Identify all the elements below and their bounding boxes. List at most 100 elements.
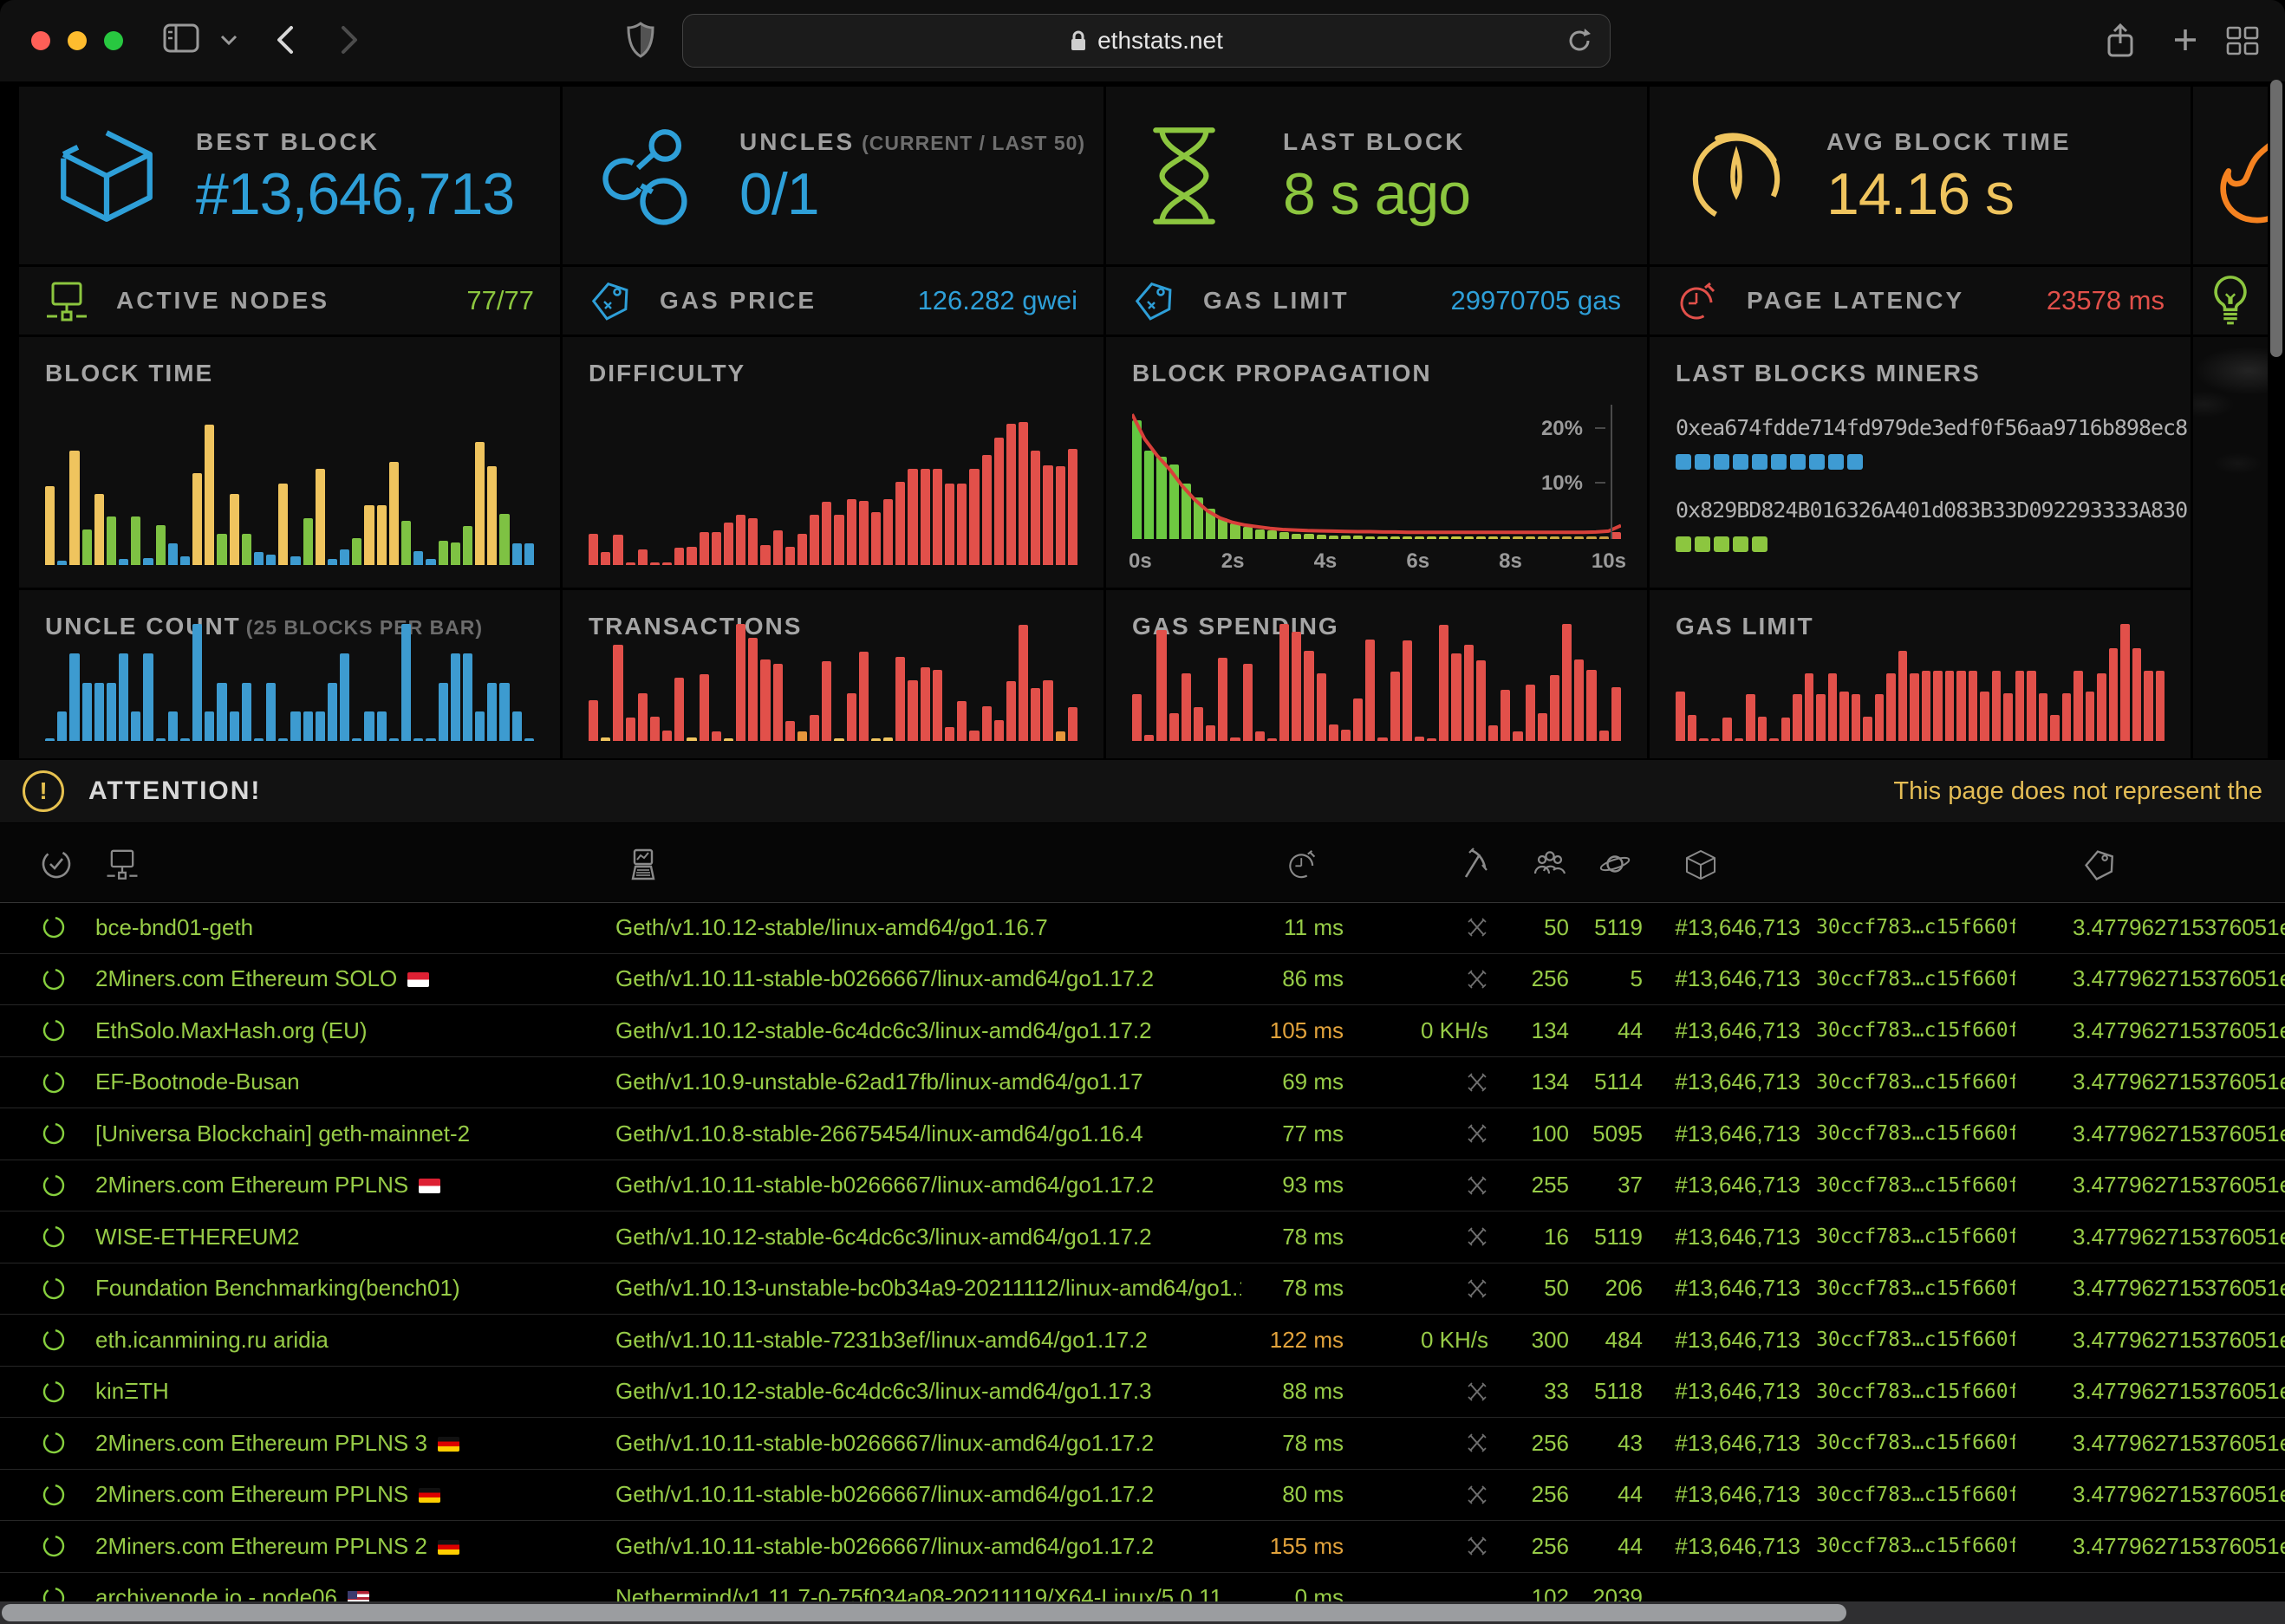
block-icon [1684,848,1717,882]
horizontal-scrollbar-thumb[interactable] [2,1604,1846,1621]
stat-label: GAS LIMIT [1203,287,1350,315]
node-total-difficulty: 3.477962715376051e+2 [2015,1069,2285,1095]
stat-gas-limit: GAS LIMIT 29970705 gas [1106,267,1647,335]
node-pending: 5119 [1569,914,1643,941]
node-total-difficulty: 3.477962715376051e+2 [2015,1172,2285,1199]
node-latency: 93 ms [1241,1172,1344,1199]
chart-title: DIFFICULTY [589,360,745,387]
node-pending: 5118 [1569,1378,1643,1405]
new-tab-button[interactable] [2169,23,2202,57]
country-flag-de [438,1540,459,1555]
block-time-bars [45,425,534,565]
chart-title: BLOCK TIME [45,360,213,387]
node-mining: 0 KH/s [1344,1327,1513,1354]
forward-button[interactable] [338,23,361,57]
node-name: 2Miners.com Ethereum SOLO [95,965,615,992]
lock-icon [1070,29,1087,52]
node-mining [1344,1380,1513,1403]
minimize-window-button[interactable] [68,31,87,50]
node-block: #13,646,713 [1643,1172,1807,1199]
stat-best-block: BEST BLOCK #13,646,713 [19,87,560,264]
last-blocks-miners: LAST BLOCKS MINERS 0xea674fdde714fd979de… [1650,337,2191,588]
node-block-hash: 30ccf783…c15f660f [1807,1535,2015,1557]
node-block-hash: 30ccf783…c15f660f [1807,1380,2015,1403]
chart-block-time: BLOCK TIME [19,337,560,588]
table-row: 2Miners.com Ethereum PPLNS Geth/v1.10.11… [0,1160,2285,1212]
node-pending: 43 [1569,1430,1643,1457]
node-latency: 77 ms [1241,1121,1344,1147]
node-peers: 16 [1513,1224,1569,1250]
flame-icon [2217,120,2268,232]
node-block: #13,646,713 [1643,1017,1807,1044]
node-name: EthSolo.MaxHash.org (EU) [95,1017,615,1044]
cube-icon [55,125,166,227]
chart-uncle-count: UNCLE COUNT(25 BLOCKS PER BAR) [19,590,560,758]
privacy-shield-icon[interactable] [626,21,655,59]
stat-label: BEST BLOCK [196,128,380,155]
node-block: #13,646,713 [1643,914,1807,941]
node-peers: 300 [1513,1327,1569,1354]
table-row: 2Miners.com Ethereum PPLNS Geth/v1.10.11… [0,1470,2285,1522]
table-row: 2Miners.com Ethereum SOLO Geth/v1.10.11-… [0,954,2285,1006]
chart-gas-limit: GAS LIMIT [1650,590,2191,758]
address-bar[interactable]: ethstats.net [682,14,1611,68]
table-row: 2Miners.com Ethereum PPLNS 3 Geth/v1.10.… [0,1418,2285,1470]
stat-value: 77/77 [466,285,534,316]
attention-bar: ! ATTENTION! This page does not represen… [0,760,2285,822]
node-mining [1344,1535,1513,1557]
stat-value: #13,646,713 [196,165,514,224]
gauge-icon [1686,125,1797,227]
stat-value: 14.16 s [1826,165,2072,224]
nodes-icon [45,279,90,322]
share-button[interactable] [2105,23,2136,59]
node-status-icon [0,914,95,940]
mining-icon [1459,848,1492,880]
node-block: #13,646,713 [1643,1481,1807,1508]
node-block-hash: 30ccf783…c15f660f [1807,1071,2015,1094]
tab-overview-button[interactable] [2224,23,2261,57]
node-block-hash: 30ccf783…c15f660f [1807,1122,2015,1145]
node-pending: 44 [1569,1533,1643,1560]
vertical-scrollbar-thumb[interactable] [2270,80,2282,357]
sidebar-toggle-button[interactable] [163,23,199,54]
world-map-partial [2193,337,2268,758]
node-latency: 86 ms [1241,965,1344,992]
node-pending: 5 [1569,965,1643,992]
chevron-down-icon[interactable] [218,33,239,47]
node-block-hash: 30ccf783…c15f660f [1807,1019,2015,1042]
stat-active-nodes: ACTIVE NODES 77/77 [19,267,560,335]
node-pending: 44 [1569,1481,1643,1508]
stat-label: PAGE LATENCY [1747,287,1964,315]
node-type: Geth/v1.10.11-stable-b0266667/linux-amd6… [615,965,1241,992]
warning-icon: ! [23,770,64,812]
back-button[interactable] [274,23,296,57]
dashboard-grid: BEST BLOCK #13,646,713 UNCLES(CURRENT / … [19,87,2268,758]
node-total-difficulty: 3.477962715376051e+2 [2015,1533,2285,1560]
refresh-button[interactable] [1566,27,1592,55]
table-row: kinΞTH Geth/v1.10.12-stable-6c4dc6c3/lin… [0,1367,2285,1419]
node-block: #13,646,713 [1643,1533,1807,1560]
nodes-table: bce-bnd01-geth Geth/v1.10.12-stable/linu… [0,902,2285,1624]
pending-icon [1598,848,1632,880]
stat-avg-block-time: AVG BLOCK TIME 14.16 s [1650,87,2191,264]
close-window-button[interactable] [31,31,50,50]
node-peers: 256 [1513,1430,1569,1457]
table-row: Foundation Benchmarking(bench01) Geth/v1… [0,1263,2285,1315]
node-block: #13,646,713 [1643,1069,1807,1095]
node-status-icon [0,1017,95,1043]
hourglass-icon [1142,124,1253,228]
chart-transactions: TRANSACTIONS [563,590,1103,758]
zoom-window-button[interactable] [104,31,123,50]
stat-page-latency: PAGE LATENCY 23578 ms [1650,267,2191,335]
stopwatch-icon [1676,279,1721,322]
node-block: #13,646,713 [1643,1327,1807,1354]
node-mining [1344,1484,1513,1506]
node-type: Geth/v1.10.11-stable-b0266667/linux-amd6… [615,1172,1241,1199]
browser-chrome: ethstats.net [0,0,2285,82]
node-type: Geth/v1.10.12-stable-6c4dc6c3/linux-amd6… [615,1224,1241,1250]
chart-gas-spending: GAS SPENDING [1106,590,1647,758]
node-block-hash: 30ccf783…c15f660f [1807,968,2015,991]
node-total-difficulty: 3.477962715376051e+2 [2015,965,2285,992]
node-name: EF-Bootnode-Busan [95,1069,615,1095]
node-pending: 5114 [1569,1069,1643,1095]
